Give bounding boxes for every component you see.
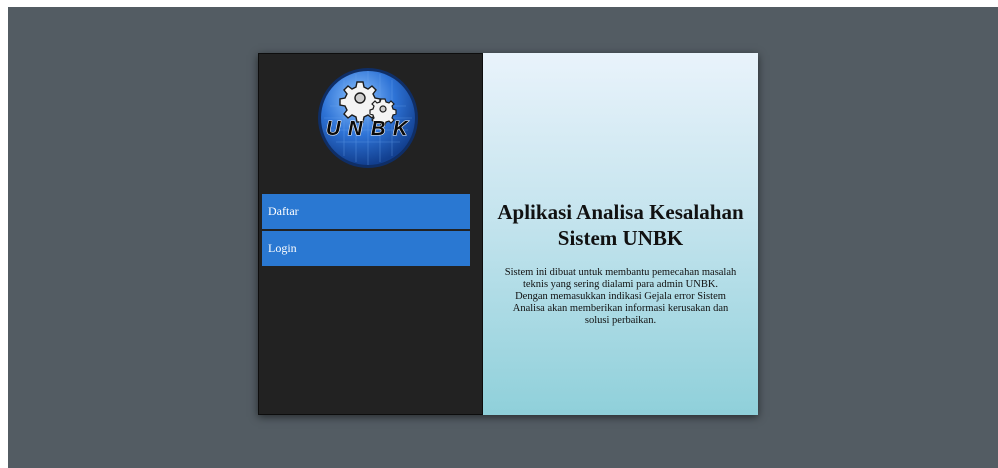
description-line: Dengan memasukkan indikasi Gejala error … xyxy=(515,291,726,302)
logo-letter: B xyxy=(371,118,385,140)
description-line: solusi perbaikan. xyxy=(584,315,657,326)
title-line-2: Sistem UNBK xyxy=(557,226,684,250)
app-card: U N B K Daftar Login Aplikasi Analisa Ke… xyxy=(258,53,758,415)
unbk-logo-icon: U N B K xyxy=(316,66,420,170)
description-line: Sistem ini dibuat untuk membantu pemecah… xyxy=(504,267,737,278)
nav-item-daftar[interactable]: Daftar xyxy=(262,194,470,229)
description: Sistem ini dibuat untuk membantu pemecah… xyxy=(483,267,758,327)
description-line: Analisa akan memberikan informasi kerusa… xyxy=(512,303,729,314)
logo-letter: U xyxy=(326,118,341,140)
logo-letter: K xyxy=(393,118,409,140)
page-background: U N B K Daftar Login Aplikasi Analisa Ke… xyxy=(8,7,998,468)
sidebar: U N B K Daftar Login xyxy=(258,53,483,415)
description-line: teknis yang sering dialami para admin UN… xyxy=(522,279,719,290)
nav-item-login[interactable]: Login xyxy=(262,231,470,266)
logo-letter: N xyxy=(348,118,363,140)
title-line-1: Aplikasi Analisa Kesalahan xyxy=(497,200,744,224)
sidebar-nav: Daftar Login xyxy=(262,194,470,268)
page-title: Aplikasi Analisa Kesalahan Sistem UNBK xyxy=(483,199,758,251)
main-panel: Aplikasi Analisa Kesalahan Sistem UNBK S… xyxy=(483,53,758,415)
